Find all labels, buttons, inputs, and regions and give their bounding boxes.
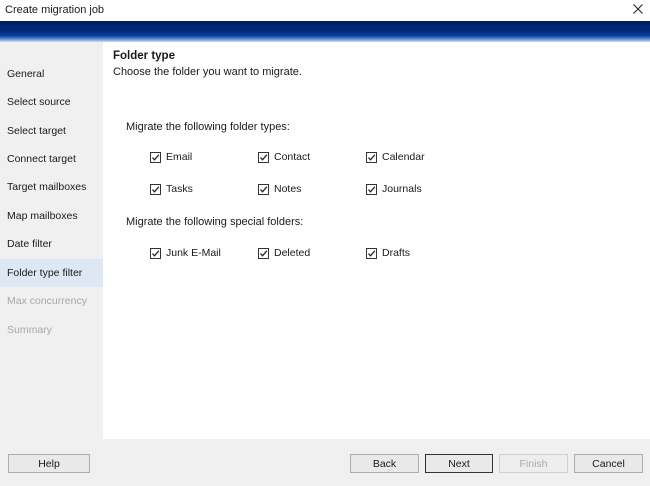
checkbox-tasks[interactable]: Tasks bbox=[150, 182, 193, 196]
checkbox-email-label: Email bbox=[166, 151, 193, 163]
checkmark-icon bbox=[152, 185, 160, 193]
folder-types-label: Migrate the following folder types: bbox=[126, 121, 290, 133]
checkmark-icon bbox=[260, 185, 268, 193]
sidebar-item-summary: Summary bbox=[7, 324, 52, 336]
checkmark-icon bbox=[152, 153, 160, 161]
checkbox-junk-email[interactable]: Junk E-Mail bbox=[150, 246, 221, 260]
checkbox-deleted-box[interactable] bbox=[258, 247, 269, 259]
sidebar-item-target-mailboxes[interactable]: Target mailboxes bbox=[0, 173, 103, 201]
checkbox-junk-email-box[interactable] bbox=[150, 247, 161, 259]
help-button[interactable]: Help bbox=[8, 454, 90, 473]
checkbox-notes-box[interactable] bbox=[258, 183, 269, 195]
back-button[interactable]: Back bbox=[350, 454, 419, 473]
finish-button: Finish bbox=[499, 454, 568, 473]
cancel-button[interactable]: Cancel bbox=[574, 454, 643, 473]
special-folders-label: Migrate the following special folders: bbox=[126, 216, 304, 228]
checkbox-notes[interactable]: Notes bbox=[258, 182, 301, 196]
sidebar-item-general[interactable]: General bbox=[0, 60, 103, 88]
checkbox-journals-label: Journals bbox=[382, 183, 422, 195]
checkbox-email-box[interactable] bbox=[150, 151, 161, 163]
checkbox-drafts-box[interactable] bbox=[366, 247, 377, 259]
close-icon[interactable] bbox=[632, 2, 644, 16]
sidebar-item-map-mailboxes[interactable]: Map mailboxes bbox=[0, 202, 103, 230]
sidebar-item-select-target[interactable]: Select target bbox=[0, 117, 103, 145]
wizard-steps-sidebar: General Select source Select target Conn… bbox=[0, 42, 103, 439]
page-subtitle: Choose the folder you want to migrate. bbox=[113, 66, 302, 78]
checkbox-journals[interactable]: Journals bbox=[366, 182, 422, 196]
header-banner bbox=[0, 21, 650, 42]
title-bar: Create migration job bbox=[0, 0, 650, 21]
window-title: Create migration job bbox=[5, 4, 105, 16]
checkbox-contact-box[interactable] bbox=[258, 151, 269, 163]
checkbox-drafts-label: Drafts bbox=[382, 247, 411, 259]
checkbox-contact[interactable]: Contact bbox=[258, 150, 310, 164]
checkmark-icon bbox=[260, 153, 268, 161]
sidebar-item-date-filter[interactable]: Date filter bbox=[0, 230, 103, 258]
sidebar-item-select-source[interactable]: Select source bbox=[0, 88, 103, 116]
checkbox-calendar[interactable]: Calendar bbox=[366, 150, 425, 164]
checkbox-journals-box[interactable] bbox=[366, 183, 377, 195]
checkmark-icon bbox=[368, 185, 376, 193]
checkbox-email[interactable]: Email bbox=[150, 150, 192, 164]
checkbox-notes-label: Notes bbox=[274, 183, 302, 195]
checkbox-calendar-box[interactable] bbox=[366, 151, 377, 163]
sidebar-item-max-concurrency: Max concurrency bbox=[7, 295, 87, 307]
checkbox-drafts[interactable]: Drafts bbox=[366, 246, 410, 260]
sidebar-item-connect-target[interactable]: Connect target bbox=[0, 145, 103, 173]
checkbox-contact-label: Contact bbox=[274, 151, 311, 163]
checkbox-deleted[interactable]: Deleted bbox=[258, 246, 310, 260]
checkbox-junk-email-label: Junk E-Mail bbox=[166, 247, 221, 259]
checkbox-calendar-label: Calendar bbox=[382, 151, 425, 163]
sidebar-item-folder-type-filter[interactable]: Folder type filter bbox=[0, 259, 103, 287]
checkbox-tasks-box[interactable] bbox=[150, 183, 161, 195]
checkbox-deleted-label: Deleted bbox=[274, 247, 311, 259]
checkmark-icon bbox=[152, 249, 160, 257]
next-button[interactable]: Next bbox=[425, 454, 493, 473]
checkbox-tasks-label: Tasks bbox=[166, 183, 193, 195]
main-panel: Folder type Choose the folder you want t… bbox=[103, 42, 650, 439]
page-title: Folder type bbox=[113, 50, 175, 62]
checkmark-icon bbox=[260, 249, 268, 257]
checkmark-icon bbox=[368, 249, 376, 257]
checkmark-icon bbox=[368, 153, 376, 161]
